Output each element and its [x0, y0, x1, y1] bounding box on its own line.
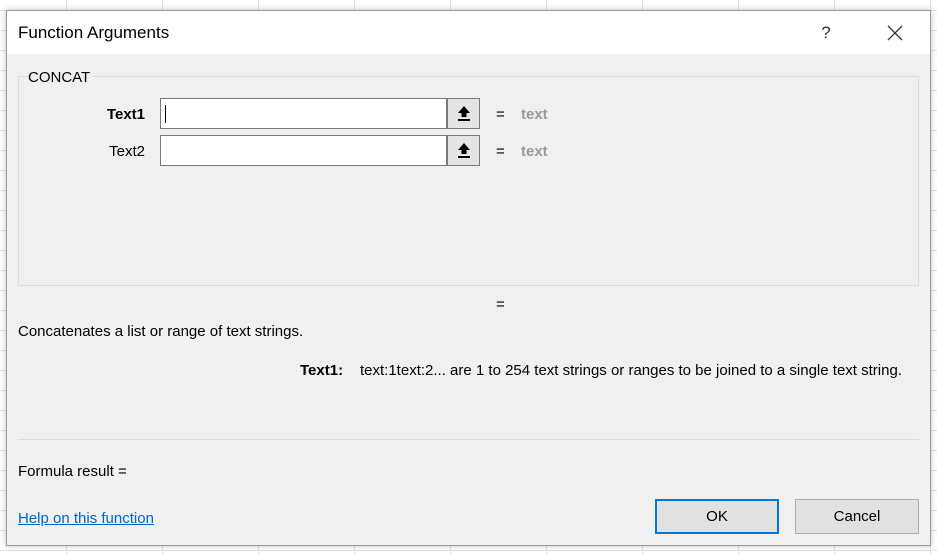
arg-help-name: Text1: — [300, 362, 344, 379]
text-caret — [165, 105, 166, 123]
title-bar: Function Arguments ? — [7, 11, 930, 54]
function-arguments-dialog: Function Arguments ? CONCAT Text1 = text… — [6, 10, 931, 546]
arg-help-text: text:1text:2... are 1 to 254 text string… — [360, 362, 902, 379]
arg-result-text2: text — [521, 143, 548, 160]
function-result-equals: = — [496, 296, 505, 313]
divider — [18, 439, 919, 440]
function-name: CONCAT — [27, 69, 93, 86]
text2-input[interactable] — [160, 135, 447, 166]
collapse-dialog-icon[interactable] — [447, 135, 480, 166]
arg-result-text1: text — [521, 106, 548, 123]
function-description: Concatenates a list or range of text str… — [18, 323, 304, 340]
collapse-dialog-icon[interactable] — [447, 98, 480, 129]
text1-input[interactable] — [160, 98, 447, 129]
cancel-button[interactable]: Cancel — [795, 499, 919, 534]
arg-equals-sign: = — [496, 106, 505, 123]
dialog-title: Function Arguments — [18, 23, 170, 42]
formula-result: Formula result = — [18, 463, 127, 480]
help-icon[interactable]: ? — [805, 17, 847, 49]
arg-label-text1: Text1 — [106, 106, 145, 123]
arg-equals-sign: = — [496, 143, 505, 160]
help-on-function-link[interactable]: Help on this function — [18, 510, 154, 527]
ok-button[interactable]: OK — [655, 499, 779, 534]
arg-label-text2: Text2 — [109, 143, 145, 160]
close-icon[interactable] — [873, 17, 917, 49]
